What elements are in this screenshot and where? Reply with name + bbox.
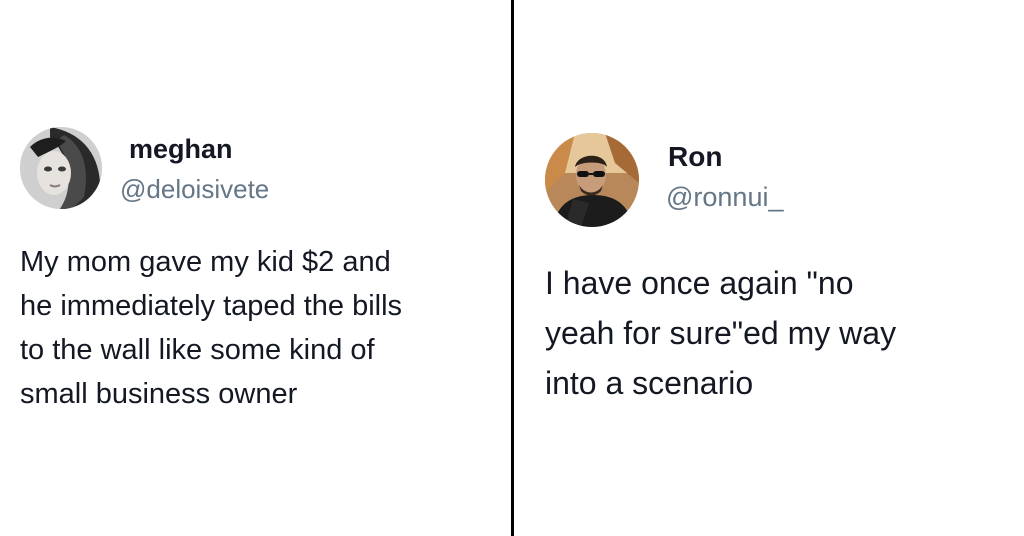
tweet-text-line: My mom gave my kid $2 and — [20, 246, 391, 278]
panel-divider — [511, 0, 514, 536]
display-name[interactable]: Ron — [668, 141, 722, 173]
tweet-text-line: yeah for sure"ed my way — [545, 315, 897, 351]
tweet-text-line: to the wall like some kind of — [20, 334, 375, 366]
user-handle[interactable]: @ronnui_ — [666, 182, 783, 213]
tweet-text: My mom gave my kid $2 and he immediately… — [20, 240, 402, 416]
tweet-text-line: I have once again "no — [545, 265, 854, 301]
avatar-ron[interactable] — [545, 133, 639, 227]
tweet-text-line: into a scenario — [545, 365, 754, 401]
avatar-photo-icon — [545, 133, 639, 227]
display-name[interactable]: meghan — [129, 134, 233, 165]
user-handle[interactable]: @deloisivete — [120, 174, 269, 205]
avatar-photo-icon — [20, 127, 102, 209]
tweet-text-line: he immediately taped the bills — [20, 290, 403, 322]
tweet-text: I have once again "no yeah for sure"ed m… — [545, 258, 896, 408]
tweet-text-line: small business owner — [20, 378, 298, 410]
avatar-meghan[interactable] — [20, 127, 102, 209]
meme-canvas: meghan @deloisivete My mom gave my kid $… — [0, 0, 1024, 536]
